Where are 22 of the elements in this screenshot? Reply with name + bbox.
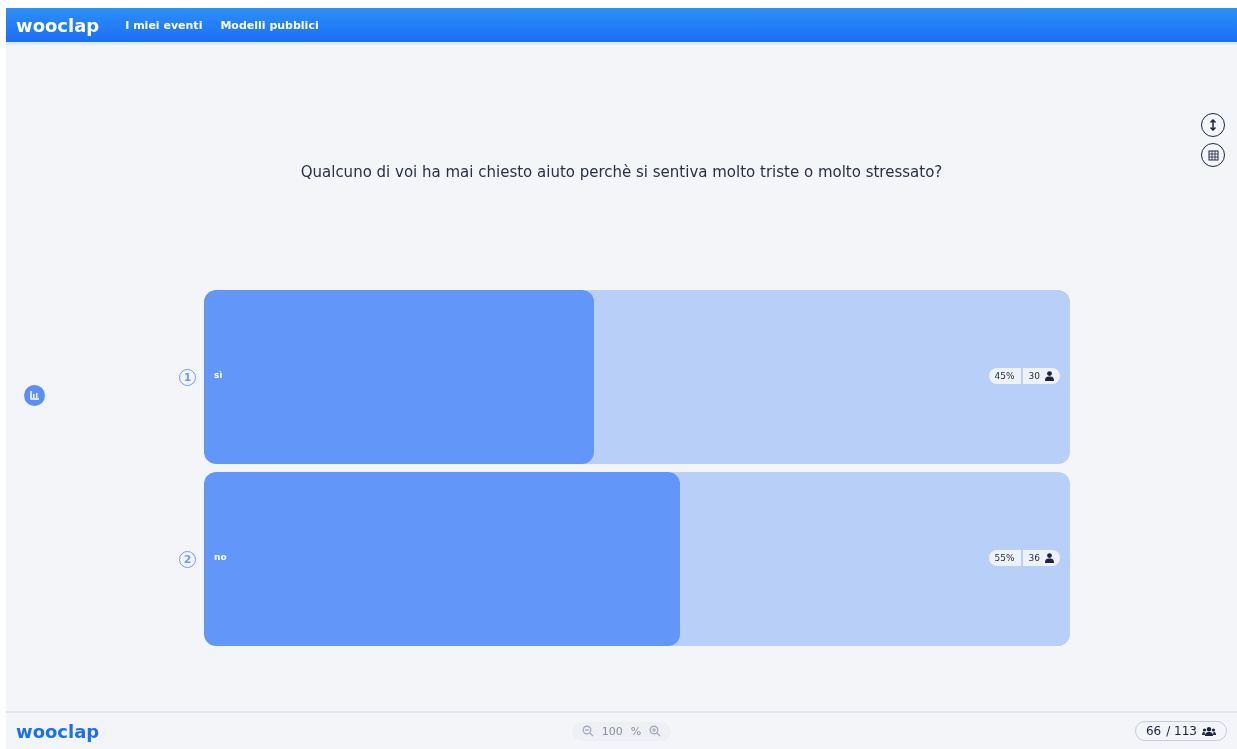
participant-total: / 113 — [1166, 724, 1197, 738]
grid-icon[interactable] — [1207, 149, 1219, 161]
nav-link[interactable]: Modelli pubblici — [220, 18, 319, 32]
question-text: Qualcuno di voi ha mai chiesto aiuto perchè si sentiva molto triste o molto stressato? — [300, 163, 943, 181]
count-badge: 36 — [1022, 550, 1060, 566]
person-icon — [1045, 371, 1054, 381]
zoom-unit: % — [630, 724, 642, 738]
chart-icon[interactable] — [29, 391, 40, 400]
participant-count: 66 — [1145, 724, 1162, 738]
percent-badge: 55% — [988, 550, 1021, 566]
resize-icon[interactable] — [1209, 119, 1217, 131]
zoom-value: 100 — [601, 724, 623, 738]
chart-button[interactable] — [24, 385, 45, 406]
logo: wooclap — [16, 720, 100, 742]
nav-link[interactable]: I miei eventi — [125, 18, 203, 32]
people-icon — [1202, 726, 1216, 736]
answer-label: no — [214, 552, 227, 562]
person-icon — [1045, 553, 1054, 563]
logo[interactable]: wooclap — [16, 14, 100, 36]
percent-badge: 45% — [988, 368, 1021, 384]
count-badge: 30 — [1022, 368, 1060, 384]
answer-label: sì — [214, 370, 223, 380]
